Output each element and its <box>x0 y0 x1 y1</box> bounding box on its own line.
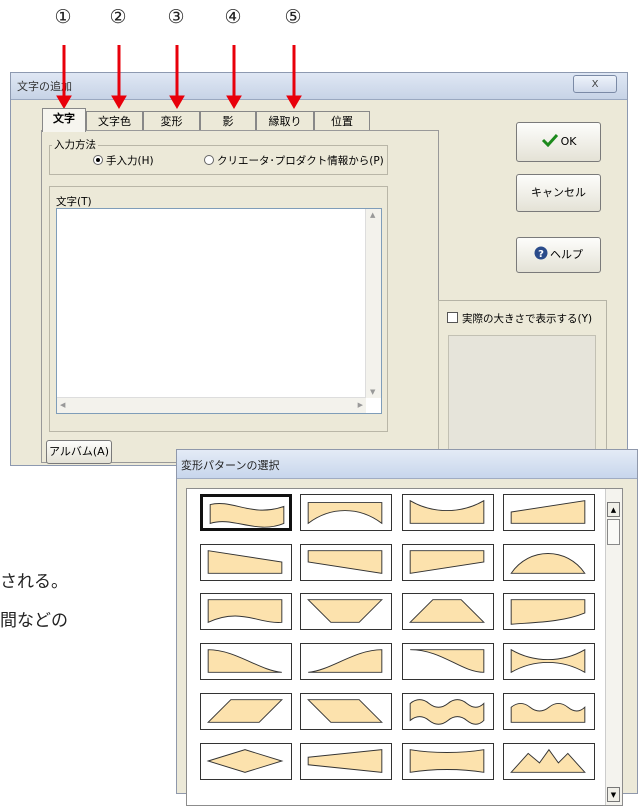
actual-size-label: 実際の大きさで表示する(Y) <box>462 313 593 325</box>
radio-manual-input[interactable]: 手入力(H) <box>93 153 154 168</box>
pattern-shape-icon <box>409 749 485 773</box>
pattern-option[interactable] <box>503 743 595 780</box>
radio-manual-label: 手入力(H) <box>106 155 154 167</box>
album-button[interactable]: アルバム(A) <box>46 440 112 464</box>
svg-text:?: ? <box>538 249 544 260</box>
pattern-shape-icon <box>307 749 383 773</box>
pattern-shape-icon <box>207 699 283 723</box>
pattern-option[interactable] <box>402 593 494 630</box>
pattern-option[interactable] <box>200 593 292 630</box>
tab-text[interactable]: 文字 <box>42 108 86 132</box>
pattern-shape-icon <box>510 748 586 773</box>
help-label: ヘルプ <box>550 248 583 261</box>
help-button[interactable]: ? ヘルプ <box>516 237 601 273</box>
pattern-shape-icon <box>409 550 485 574</box>
scroll-up-button[interactable]: ▲ <box>607 502 620 517</box>
arrow-1-head <box>56 95 72 109</box>
pattern-shape-icon <box>510 648 586 674</box>
pattern-shape-icon <box>510 599 586 625</box>
arrow-4-head <box>226 95 242 109</box>
arrow-3-head <box>169 95 185 109</box>
pattern-shape-icon <box>510 702 586 723</box>
pattern-shape-icon <box>307 599 383 623</box>
ok-button[interactable]: OK <box>516 122 601 162</box>
pattern-shape-icon <box>409 599 485 623</box>
radio-creator-info[interactable]: クリエータ･プロダクト情報から(P) <box>204 153 384 168</box>
scroll-thumb[interactable] <box>607 519 620 545</box>
preview-area <box>448 335 596 465</box>
pattern-option[interactable] <box>402 494 494 531</box>
pattern-option[interactable] <box>300 693 392 730</box>
text-horizontal-scrollbar[interactable]: ◀ ▶ <box>57 397 366 413</box>
pattern-shape-icon <box>207 649 282 673</box>
pattern-shape-icon <box>307 699 383 723</box>
pattern-option[interactable] <box>200 743 292 780</box>
callout-arrows <box>56 45 302 109</box>
cancel-button[interactable]: キャンセル <box>516 174 601 212</box>
pattern-shape-icon <box>409 699 485 725</box>
pattern-option[interactable] <box>503 544 595 581</box>
pattern-option[interactable] <box>402 743 494 780</box>
add-text-dialog: 文字の追加 X 文字 文字色 変形 影 縁取り 位置 入力方法 手入力(H) ク… <box>10 72 628 467</box>
pattern-option[interactable] <box>200 643 292 680</box>
pattern-shape-icon <box>409 499 485 524</box>
pattern-option[interactable] <box>402 693 494 730</box>
pattern-scrollbar[interactable]: ▲ ▼ <box>605 489 622 805</box>
pattern-shape-icon <box>510 553 586 574</box>
pattern-option[interactable] <box>300 643 392 680</box>
pattern-shape-icon <box>308 649 383 673</box>
scroll-right-icon: ▶ <box>357 401 363 409</box>
pattern-shape-icon <box>206 749 284 773</box>
radio-dot <box>204 155 214 165</box>
transform-pattern-dialog: 変形パターンの選択 ▲ ▼ <box>176 449 638 806</box>
popup-title: 変形パターンの選択 <box>181 459 280 472</box>
pattern-shape-icon <box>207 550 283 574</box>
radio-dot <box>93 155 103 165</box>
popup-titlebar: 変形パターンの選択 <box>177 450 637 479</box>
background-text-1: される。 <box>0 572 68 592</box>
scroll-left-icon: ◀ <box>60 401 66 409</box>
pattern-shape-icon <box>410 649 485 673</box>
background-text-2: 間などの <box>0 611 68 631</box>
pattern-shape-icon <box>209 503 285 528</box>
pattern-shape-icon <box>207 599 283 624</box>
pattern-shape-icon <box>307 550 383 574</box>
pattern-grid: ▲ ▼ <box>186 488 623 806</box>
input-method-label: 入力方法 <box>52 137 98 152</box>
pattern-option[interactable] <box>300 743 392 780</box>
pattern-option[interactable] <box>503 494 595 531</box>
pattern-option[interactable] <box>503 593 595 630</box>
text-vertical-scrollbar[interactable]: ▲ ▼ <box>365 209 381 398</box>
scroll-up-icon: ▲ <box>370 211 376 219</box>
text-input[interactable]: ▲ ▼ ◀ ▶ <box>56 208 382 414</box>
check-icon <box>541 133 558 148</box>
preview-group: 実際の大きさで表示する(Y) <box>438 300 607 467</box>
scroll-down-icon: ▼ <box>370 388 376 396</box>
pattern-shape-icon <box>307 502 383 525</box>
pattern-option[interactable] <box>300 494 392 531</box>
pattern-option[interactable] <box>200 494 292 531</box>
pattern-option[interactable] <box>300 593 392 630</box>
pattern-option[interactable] <box>200 544 292 581</box>
pattern-option[interactable] <box>503 693 595 730</box>
actual-size-checkbox[interactable]: 実際の大きさで表示する(Y) <box>447 311 592 326</box>
pattern-option[interactable] <box>300 544 392 581</box>
checkbox-box <box>447 312 458 323</box>
pattern-option[interactable] <box>402 643 494 680</box>
pattern-option[interactable] <box>503 643 595 680</box>
help-icon: ? <box>534 246 548 260</box>
scroll-down-button[interactable]: ▼ <box>607 787 620 802</box>
pattern-option[interactable] <box>200 693 292 730</box>
arrow-2-head <box>111 95 127 109</box>
ok-label: OK <box>560 135 577 148</box>
pattern-option[interactable] <box>402 544 494 581</box>
text-field-label: 文字(T) <box>54 194 94 209</box>
arrow-5-head <box>286 95 302 109</box>
radio-creator-label: クリエータ･プロダクト情報から(P) <box>217 155 384 167</box>
pattern-shape-icon <box>510 500 586 524</box>
